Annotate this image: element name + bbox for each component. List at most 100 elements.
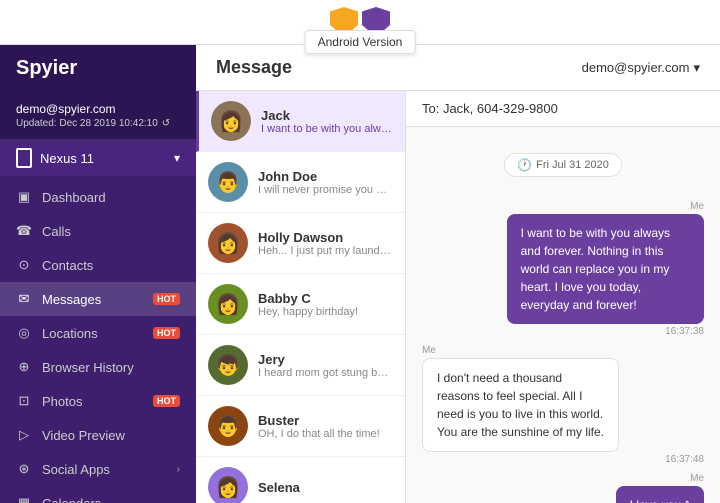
- messages-icon: ✉: [16, 291, 32, 307]
- chat-header: To: Jack, 604-329-9800: [406, 91, 720, 127]
- contact-name-john: John Doe: [258, 169, 393, 184]
- badge-hot-photos: HOT: [153, 395, 180, 407]
- message-group-msg1: Me I want to be with you always and forev…: [422, 201, 704, 337]
- clock-icon: 🕐: [517, 158, 532, 172]
- contacts-icon: ⊙: [16, 257, 32, 273]
- avatar-selena: 👩: [208, 467, 248, 503]
- sidebar-item-social-apps[interactable]: ⊛ Social Apps ›: [0, 452, 196, 486]
- sidebar-item-video-preview[interactable]: ▷ Video Preview: [0, 418, 196, 452]
- social-apps-icon: ⊛: [16, 461, 32, 477]
- message-group-msg3: MeI love you.^16:37:59: [422, 473, 704, 503]
- contact-item-holly[interactable]: 👩 Holly DawsonHeh... I just put my laundr…: [196, 213, 405, 274]
- sidebar-item-calls[interactable]: ☎ Calls: [0, 214, 196, 248]
- sidebar-item-messages[interactable]: ✉ Messages HOT: [0, 282, 196, 316]
- message-bubble-msg3: I love you.^: [616, 486, 704, 503]
- sidebar-item-contacts[interactable]: ⊙ Contacts: [0, 248, 196, 282]
- message-label-msg2: Me: [422, 345, 436, 356]
- sidebar-item-label-locations: Locations: [42, 326, 139, 341]
- page-title: Message: [216, 57, 292, 78]
- sidebar-item-dashboard[interactable]: ▣ Dashboard: [0, 180, 196, 214]
- sidebar-item-label-photos: Photos: [42, 394, 139, 409]
- sidebar-item-locations[interactable]: ◎ Locations HOT: [0, 316, 196, 350]
- sidebar-item-label-video-preview: Video Preview: [42, 428, 180, 443]
- app-logo: Spyier: [16, 57, 180, 80]
- avatar-jack: 👩: [211, 101, 251, 141]
- contact-preview-jack: I want to be with you alway...: [261, 123, 393, 135]
- content-header: Message demo@spyier.com ▾: [196, 45, 720, 91]
- chat-date-badge: 🕐 Fri Jul 31 2020: [504, 153, 622, 177]
- video-preview-icon: ▷: [16, 427, 32, 443]
- contact-info-jery: JeryI heard mom got stung by a...: [258, 352, 393, 379]
- contact-info-selena: Selena: [258, 480, 393, 495]
- sidebar-item-label-messages: Messages: [42, 292, 139, 307]
- sidebar-item-label-contacts: Contacts: [42, 258, 180, 273]
- sidebar-item-label-browser-history: Browser History: [42, 360, 180, 375]
- avatar-babby: 👩: [208, 284, 248, 324]
- sidebar-item-label-calendars: Calendars: [42, 496, 180, 503]
- photos-icon: ⊡: [16, 393, 32, 409]
- contact-name-buster: Buster: [258, 413, 393, 428]
- device-name: Nexus 11: [40, 151, 94, 166]
- chat-area: To: Jack, 604-329-9800 🕐 Fri Jul 31 2020…: [406, 91, 720, 503]
- contact-preview-jery: I heard mom got stung by a...: [258, 367, 393, 379]
- sidebar-item-photos[interactable]: ⊡ Photos HOT: [0, 384, 196, 418]
- user-menu[interactable]: demo@spyier.com ▾: [582, 60, 700, 76]
- main-layout: Spyier demo@spyier.com Updated: Dec 28 2…: [0, 45, 720, 503]
- date-separator: 🕐 Fri Jul 31 2020: [422, 145, 704, 185]
- contact-name-jery: Jery: [258, 352, 393, 367]
- contact-name-jack: Jack: [261, 108, 393, 123]
- sidebar-item-label-social-apps: Social Apps: [42, 462, 167, 477]
- contact-info-holly: Holly DawsonHeh... I just put my laundry…: [258, 230, 393, 257]
- contact-item-jack[interactable]: 👩 JackI want to be with you alway...: [196, 91, 405, 152]
- contact-item-babby[interactable]: 👩Babby CHey, happy birthday!: [196, 274, 405, 335]
- chevron-down-icon: ▾: [174, 151, 180, 165]
- nav-items: ▣ Dashboard ☎ Calls ⊙ Contacts ✉ Messages HOT ◎ Lo…: [0, 176, 196, 503]
- contact-preview-babby: Hey, happy birthday!: [258, 306, 393, 318]
- message-bubble-msg1: I want to be with you always and forever…: [507, 214, 704, 324]
- contact-preview-holly: Heh... I just put my laundry ...: [258, 245, 393, 257]
- messages-layout: 👩 JackI want to be with you alway... 👨 John…: [196, 91, 720, 503]
- message-label-msg1: Me: [690, 201, 704, 212]
- contact-item-jery[interactable]: 👦JeryI heard mom got stung by a...: [196, 335, 405, 396]
- arrow-right-icon: ›: [177, 464, 180, 475]
- contact-item-buster[interactable]: 👨 BusterOH, I do that all the time!: [196, 396, 405, 457]
- message-time-msg1: 16:37:38: [665, 326, 704, 337]
- contact-info-buster: BusterOH, I do that all the time!: [258, 413, 393, 440]
- message-time-msg2: 16:37:48: [665, 454, 704, 465]
- contact-preview-buster: OH, I do that all the time!: [258, 428, 393, 440]
- message-group-msg2: Me I don't need a thousand reasons to fee…: [422, 345, 704, 465]
- contact-item-selena[interactable]: 👩 Selena: [196, 457, 405, 503]
- chat-messages: 🕐 Fri Jul 31 2020 Me I want to be with you…: [406, 127, 720, 503]
- sidebar-header: Spyier: [0, 45, 196, 92]
- message-bubble-msg2: I don't need a thousand reasons to feel …: [422, 358, 619, 452]
- dashboard-icon: ▣: [16, 189, 32, 205]
- avatar-buster: 👨: [208, 406, 248, 446]
- contact-item-john[interactable]: 👨 John DoeI will never promise you eve...: [196, 152, 405, 213]
- avatar-holly: 👩: [208, 223, 248, 263]
- user-updated: Updated: Dec 28 2019 10:42:10 ↺: [16, 118, 180, 129]
- calendars-icon: ▦: [16, 495, 32, 503]
- contact-preview-john: I will never promise you eve...: [258, 184, 393, 196]
- android-version-button[interactable]: Android Version: [305, 30, 416, 54]
- locations-icon: ◎: [16, 325, 32, 341]
- contact-info-jack: JackI want to be with you alway...: [261, 108, 393, 135]
- calls-icon: ☎: [16, 223, 32, 239]
- sidebar-item-calendars[interactable]: ▦ Calendars: [0, 486, 196, 503]
- sidebar-item-label-dashboard: Dashboard: [42, 190, 180, 205]
- contact-info-john: John DoeI will never promise you eve...: [258, 169, 393, 196]
- refresh-icon[interactable]: ↺: [162, 118, 170, 129]
- avatar-john: 👨: [208, 162, 248, 202]
- top-bar: Android Version: [0, 0, 720, 45]
- message-label-msg3: Me: [690, 473, 704, 484]
- sidebar: Spyier demo@spyier.com Updated: Dec 28 2…: [0, 45, 196, 503]
- content-area: Message demo@spyier.com ▾ 👩JackI want to…: [196, 45, 720, 503]
- device-icon: [16, 148, 32, 168]
- badge-hot-messages: HOT: [153, 293, 180, 305]
- sidebar-item-browser-history[interactable]: ⊕Browser History: [0, 350, 196, 384]
- user-menu-chevron: ▾: [693, 60, 700, 76]
- sidebar-item-label-calls: Calls: [42, 224, 180, 239]
- device-selector[interactable]: Nexus 11 ▾: [0, 140, 196, 176]
- badge-hot-locations: HOT: [153, 327, 180, 339]
- user-menu-email: demo@spyier.com: [582, 60, 690, 75]
- contact-name-holly: Holly Dawson: [258, 230, 393, 245]
